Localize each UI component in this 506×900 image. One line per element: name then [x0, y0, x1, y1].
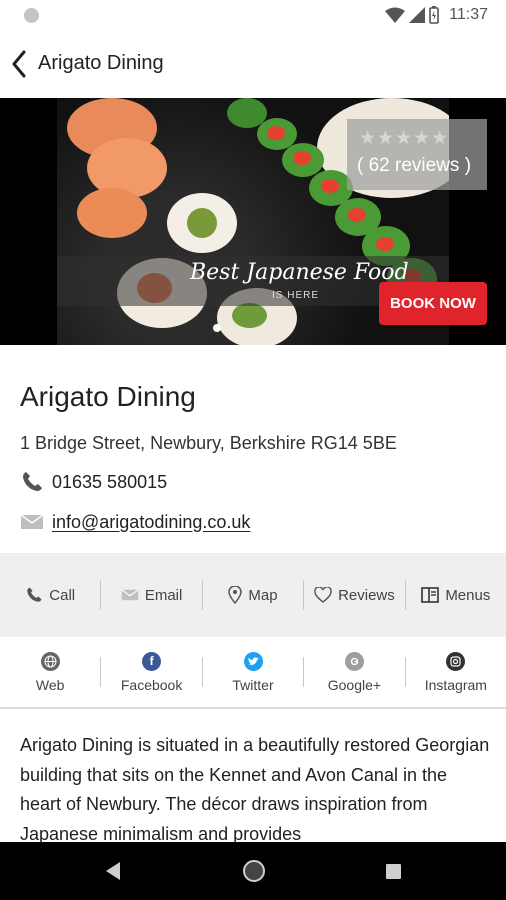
chevron-left-icon [12, 50, 26, 78]
phone-icon [27, 587, 42, 602]
facebook-link[interactable]: f Facebook [101, 651, 201, 693]
map-pin-icon [228, 586, 243, 604]
battery-icon [429, 6, 439, 24]
restaurant-description: Arigato Dining is situated in a beautifu… [20, 735, 490, 844]
menu-book-icon [421, 587, 440, 603]
menus-button[interactable]: Menus [406, 580, 506, 610]
envelope-icon [20, 514, 44, 529]
reviews-label: Reviews [338, 586, 395, 604]
instagram-link[interactable]: Instagram [406, 651, 506, 693]
signal-icon [409, 7, 426, 23]
map-label: Map [248, 586, 278, 604]
app-bar-title: Arigato Dining [38, 52, 164, 74]
email-button[interactable]: Email [101, 580, 201, 610]
instagram-label: Instagram [424, 676, 487, 693]
google-plus-link[interactable]: Google+ [304, 651, 404, 693]
carousel-indicator-dot[interactable] [213, 324, 221, 332]
instagram-icon [446, 651, 466, 671]
google-plus-icon [344, 651, 364, 671]
reviews-button[interactable]: Reviews [304, 580, 404, 610]
rating-stars: ★★★★★ [359, 128, 450, 149]
wifi-icon [385, 7, 406, 23]
status-icons: 11:37 [385, 5, 488, 25]
nav-back-icon[interactable] [104, 861, 122, 881]
rating-box[interactable]: ★★★★★ ( 62 reviews ) [347, 119, 487, 190]
twitter-icon [243, 651, 263, 671]
envelope-icon [121, 589, 139, 601]
book-now-button[interactable]: BOOK NOW [379, 282, 487, 325]
email-address[interactable]: info@arigatodining.co.uk [52, 512, 250, 533]
twitter-link[interactable]: Twitter [203, 651, 303, 693]
phone-row[interactable]: 01635 580015 [20, 467, 167, 497]
notification-dot-icon [24, 8, 39, 23]
action-bar: Call Email Map Reviews Menus [0, 553, 506, 637]
restaurant-address: 1 Bridge Street, Newbury, Berkshire RG14… [20, 433, 397, 453]
app-bar: Arigato Dining [0, 30, 506, 98]
heart-icon [314, 587, 332, 603]
hero-tagline-sub: IS HERE [272, 290, 320, 301]
web-link[interactable]: Web [0, 651, 100, 693]
back-button[interactable] [4, 44, 34, 84]
twitter-label: Twitter [232, 676, 274, 693]
menus-label: Menus [445, 586, 491, 604]
reviews-count: ( 62 reviews ) [357, 155, 472, 176]
social-bar: Web f Facebook Twitter Google+ Instagram [0, 637, 506, 709]
nav-recents-icon[interactable] [386, 864, 401, 879]
google-plus-label: Google+ [327, 676, 382, 693]
call-label: Call [49, 586, 76, 604]
phone-number[interactable]: 01635 580015 [52, 472, 167, 493]
map-button[interactable]: Map [203, 580, 303, 610]
restaurant-name: Arigato Dining [20, 381, 196, 412]
facebook-label: Facebook [120, 676, 183, 693]
facebook-icon: f [142, 651, 162, 671]
web-label: Web [35, 676, 65, 693]
hero-carousel[interactable]: ★★★★★ ( 62 reviews ) Best Japanese Food … [0, 98, 506, 345]
system-nav-bar [0, 842, 506, 900]
hero-tagline: Best Japanese Food [190, 260, 409, 285]
email-row[interactable]: info@arigatodining.co.uk [20, 507, 250, 537]
status-time: 11:37 [449, 6, 488, 23]
call-button[interactable]: Call [0, 580, 100, 610]
status-bar: 11:37 [0, 0, 506, 30]
globe-icon [40, 651, 60, 671]
phone-icon [23, 472, 42, 491]
email-label: Email [144, 586, 183, 604]
restaurant-info: Arigato Dining 1 Bridge Street, Newbury,… [0, 345, 506, 553]
nav-home-icon[interactable] [243, 860, 265, 882]
